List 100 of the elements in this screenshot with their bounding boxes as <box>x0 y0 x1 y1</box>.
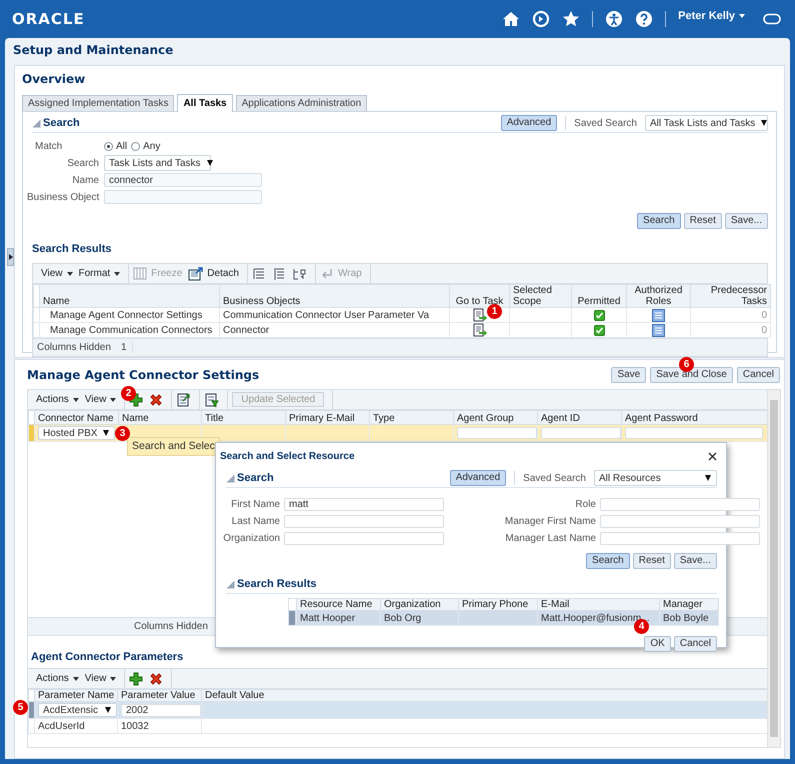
delete-icon[interactable] <box>149 392 164 406</box>
form-button[interactable]: Cancel <box>736 366 780 382</box>
delete-icon[interactable] <box>149 672 164 686</box>
input-field[interactable]: matt <box>284 498 444 510</box>
search-form-button[interactable]: Reset <box>632 553 671 569</box>
form-button[interactable]: Save and Close <box>650 366 733 382</box>
table-row[interactable]: AcdExtensic 2002 <box>28 702 767 718</box>
column-header[interactable]: Connector Name <box>34 410 118 424</box>
input-field[interactable] <box>600 532 760 544</box>
column-header[interactable]: Manager <box>660 598 718 610</box>
menu-button[interactable]: View <box>41 268 72 279</box>
search-type-dropdown[interactable]: Task Lists and Tasks <box>104 155 211 171</box>
go-to-task-icon[interactable] <box>472 308 486 322</box>
input-field[interactable] <box>457 427 536 439</box>
scrollbar[interactable] <box>767 390 780 747</box>
table-cell: AcdUserId <box>38 720 85 732</box>
search-form-button[interactable]: Reset <box>684 213 722 229</box>
caret-icon <box>66 272 72 276</box>
form-button[interactable]: Save <box>611 366 646 382</box>
section-title: Search <box>43 117 80 129</box>
saved-search-dropdown[interactable]: All Task Lists and Tasks <box>645 115 768 131</box>
column-header[interactable]: Name <box>40 284 220 308</box>
column-header[interactable]: Business Objects <box>220 284 450 308</box>
indent-icon[interactable] <box>272 266 286 280</box>
radio-button[interactable]: All <box>104 140 128 152</box>
accessibility-icon[interactable] <box>605 10 624 28</box>
menu-button[interactable]: View <box>84 394 116 405</box>
input-field[interactable] <box>600 498 760 510</box>
column-header[interactable]: Organization <box>380 598 458 610</box>
caret-icon <box>114 272 120 276</box>
column-header[interactable]: Name <box>118 410 202 424</box>
tab[interactable]: All Tasks <box>177 94 233 112</box>
dialog-button[interactable]: Cancel <box>674 636 717 652</box>
column-header[interactable]: Agent ID <box>538 410 622 424</box>
column-header[interactable]: Agent Group <box>454 410 538 424</box>
home-icon[interactable] <box>502 10 520 28</box>
radio-button[interactable]: Any <box>131 140 160 152</box>
filter-icon[interactable] <box>204 392 220 407</box>
table-cell: Manage Communication Connectors <box>40 322 220 338</box>
column-header[interactable]: Title <box>202 410 286 424</box>
column-header[interactable]: Agent Password <box>622 410 767 424</box>
input-field[interactable] <box>625 427 763 439</box>
column-header[interactable]: Parameter Name <box>34 690 118 702</box>
dropdown-arrow-icon <box>761 120 768 126</box>
search-form-button[interactable]: Search <box>637 213 681 229</box>
field-label: Saved Search <box>523 472 586 484</box>
input-field[interactable] <box>600 514 760 528</box>
input-field[interactable] <box>284 532 444 544</box>
user-menu[interactable]: Peter Kelly <box>678 10 745 22</box>
column-header[interactable]: Primary E-Mail <box>286 410 370 424</box>
column-header[interactable]: Resource Name <box>296 598 380 610</box>
menu-button[interactable]: Actions <box>36 673 79 684</box>
menu-button[interactable]: View <box>84 673 116 684</box>
column-header[interactable]: Permitted <box>572 284 626 308</box>
search-form-button[interactable]: Save... <box>724 213 768 229</box>
table-cell: Connector <box>220 322 450 338</box>
menu-button[interactable]: Format <box>78 268 120 279</box>
field-label: Business Object <box>27 192 99 202</box>
column-header[interactable]: Predecessor Tasks <box>690 284 770 308</box>
saved-search-dropdown[interactable]: All Resources <box>594 470 717 486</box>
column-header[interactable]: Type <box>370 410 454 424</box>
tab[interactable]: Assigned Implementation Tasks <box>22 95 174 111</box>
roles-icon[interactable] <box>652 308 665 322</box>
dialog-button[interactable]: OK <box>644 636 671 652</box>
parameter-dropdown[interactable]: AcdExtensic <box>38 703 116 717</box>
star-icon[interactable] <box>562 10 580 28</box>
panel-expand-handle[interactable] <box>7 248 14 266</box>
table-cell: Manage Agent Connector Settings <box>40 308 220 322</box>
close-icon[interactable] <box>708 452 717 460</box>
search-form-button[interactable]: Search <box>586 553 630 569</box>
menu-button[interactable]: Actions <box>36 394 79 405</box>
export-icon[interactable] <box>176 392 192 407</box>
go-to-task-icon[interactable] <box>472 324 486 336</box>
column-header[interactable]: E-Mail <box>538 598 660 610</box>
column-header[interactable]: Default Value <box>202 690 767 702</box>
column-header[interactable]: Selected Scope <box>510 284 572 308</box>
dropdown-arrow-icon <box>105 707 111 713</box>
input-field[interactable]: connector <box>104 173 262 187</box>
align-lines-icon[interactable] <box>252 266 266 280</box>
search-form-button[interactable]: Save... <box>674 553 717 569</box>
add-icon[interactable] <box>129 672 144 686</box>
advanced-button[interactable]: Advanced <box>500 115 558 131</box>
table-cell: 0 <box>690 322 770 338</box>
roles-icon[interactable] <box>652 324 665 336</box>
detach-icon[interactable] <box>188 266 204 280</box>
tab[interactable]: Applications Administration <box>236 95 368 111</box>
column-header[interactable]: Parameter Value <box>118 690 202 702</box>
column-header[interactable]: Primary Phone <box>458 598 538 610</box>
column-header[interactable]: Authorized Roles <box>626 284 690 308</box>
input-field[interactable] <box>541 427 620 439</box>
table-cell: Communication Connector User Parameter Va <box>220 308 450 322</box>
column-header[interactable]: Go to Task <box>450 284 510 308</box>
connector-dropdown[interactable]: Hosted PBX <box>38 426 116 440</box>
input-field[interactable] <box>284 514 444 528</box>
toolbar-button[interactable]: Detach <box>188 266 239 280</box>
advanced-button[interactable]: Advanced <box>450 470 506 486</box>
reorder-icon[interactable] <box>292 266 307 280</box>
input-field[interactable]: 2002 <box>121 704 200 716</box>
input-field[interactable] <box>104 190 262 204</box>
help-icon[interactable] <box>635 10 654 28</box>
